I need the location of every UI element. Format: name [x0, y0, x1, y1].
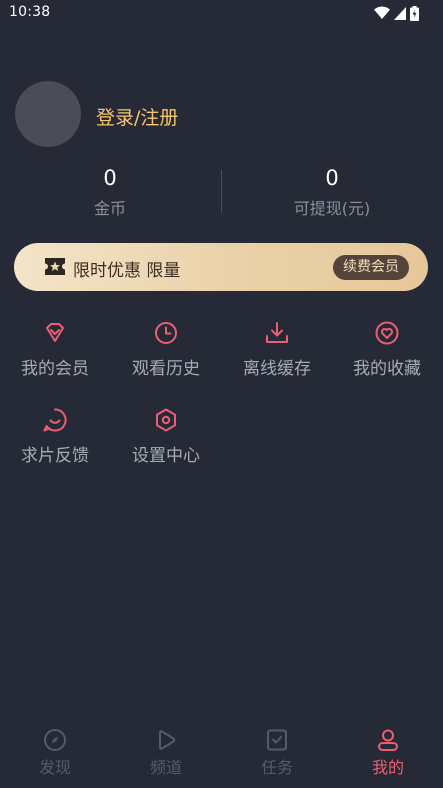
- menu-item-request-feedback[interactable]: 求片反馈: [0, 407, 110, 477]
- menu-item-membership[interactable]: 我的会员: [0, 320, 110, 390]
- withdrawable-stat[interactable]: 0 可提现(元): [232, 165, 432, 219]
- stats-divider: [221, 170, 222, 213]
- vip-promo-banner[interactable]: 限时优惠 限量 续费会员: [14, 243, 428, 291]
- nav-tab-channels[interactable]: 频道: [126, 728, 206, 778]
- menu-item-favorites[interactable]: 我的收藏: [332, 320, 442, 390]
- settings-icon: [156, 408, 176, 432]
- feedback-icon: [43, 408, 67, 432]
- profile-screen: 10:38 登录/注册 0 金币 0 可提现(元) 限时优惠 限量 续费会员 我…: [0, 0, 443, 788]
- menu-label: 我的会员: [21, 359, 89, 379]
- nav-tab-tasks[interactable]: 任务: [237, 728, 317, 778]
- nav-tab-mine[interactable]: 我的: [348, 728, 428, 778]
- coins-value: 0: [103, 166, 117, 190]
- withdrawable-label: 可提现(元): [293, 199, 371, 218]
- coins-label: 金币: [93, 199, 126, 218]
- nav-label: 频道: [149, 758, 182, 777]
- task-icon: [267, 729, 287, 751]
- menu-item-settings[interactable]: 设置中心: [111, 407, 221, 477]
- play-icon: [159, 730, 176, 750]
- renew-membership-button[interactable]: 续费会员: [333, 255, 409, 280]
- status-icons: [374, 5, 419, 21]
- heart-icon: [375, 321, 399, 345]
- ticket-star-icon: [45, 258, 65, 275]
- menu-label: 设置中心: [132, 446, 200, 466]
- login-register-link[interactable]: 登录/注册: [96, 103, 178, 130]
- user-icon: [378, 729, 398, 751]
- coins-stat[interactable]: 0 金币: [10, 165, 210, 219]
- menu-item-history[interactable]: 观看历史: [111, 320, 221, 390]
- vip-promo-text: 限时优惠 限量: [73, 261, 181, 281]
- bottom-navigation: 发现 频道 任务 我的: [0, 716, 443, 788]
- cellular-signal-icon: [394, 6, 406, 20]
- avatar[interactable]: [15, 81, 81, 147]
- withdrawable-value: 0: [325, 166, 339, 190]
- nav-label: 发现: [38, 758, 71, 777]
- menu-label: 观看历史: [132, 359, 200, 379]
- download-icon: [266, 322, 288, 343]
- diamond-icon: [46, 323, 64, 342]
- nav-tab-discover[interactable]: 发现: [15, 728, 95, 778]
- status-bar: 10:38: [0, 0, 443, 26]
- menu-label: 离线缓存: [243, 359, 311, 379]
- wifi-icon: [374, 6, 390, 19]
- clock-icon: [155, 322, 177, 344]
- battery-icon: [410, 5, 419, 21]
- nav-label: 我的: [371, 758, 404, 777]
- compass-icon: [44, 729, 66, 751]
- status-time: 10:38: [9, 4, 51, 20]
- nav-label: 任务: [260, 758, 293, 777]
- menu-label: 求片反馈: [21, 446, 89, 466]
- menu-label: 我的收藏: [353, 359, 421, 379]
- menu-item-offline-cache[interactable]: 离线缓存: [222, 320, 332, 390]
